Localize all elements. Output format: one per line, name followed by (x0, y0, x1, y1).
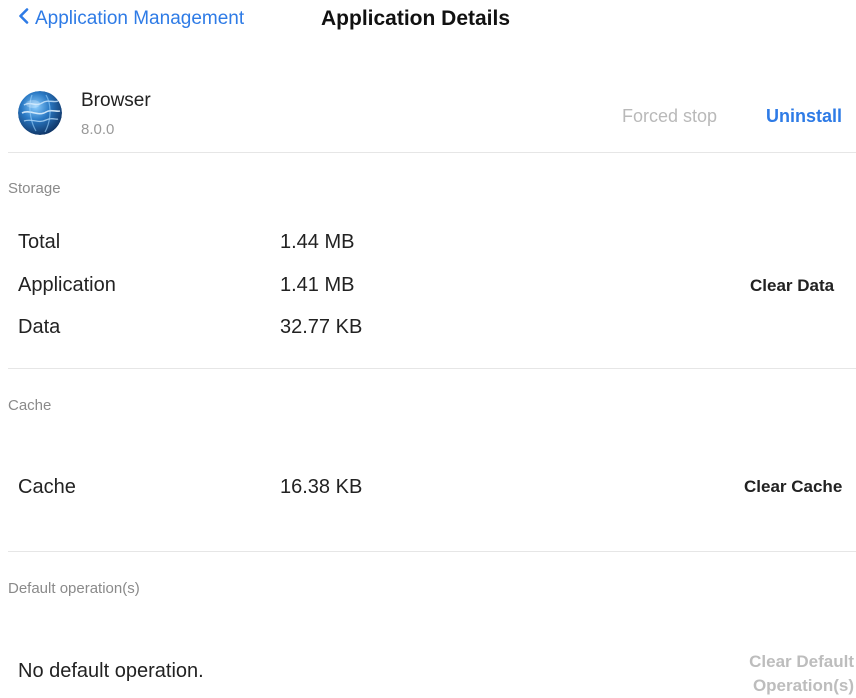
divider (8, 551, 856, 552)
back-label: Application Management (35, 8, 245, 29)
back-button[interactable]: Application Management (18, 8, 244, 30)
storage-application-label: Application (18, 274, 116, 296)
clear-default-label-line1: Clear Default (749, 652, 854, 671)
storage-data-value: 32.77 KB (280, 316, 363, 338)
app-version: 8.0.0 (81, 121, 115, 138)
cache-value: 16.38 KB (280, 476, 363, 498)
chevron-left-icon (18, 8, 29, 30)
clear-default-operations-button[interactable]: Clear Default Operation(s) (728, 650, 854, 698)
storage-total-value: 1.44 MB (280, 231, 355, 253)
default-operations-status: No default operation. (18, 660, 204, 682)
app-name: Browser (81, 90, 151, 111)
default-operations-section-label: Default operation(s) (8, 580, 140, 597)
divider (8, 368, 856, 369)
globe-icon (18, 91, 62, 135)
clear-default-label-line2: Operation(s) (752, 676, 854, 695)
storage-total-label: Total (18, 231, 61, 253)
uninstall-button[interactable]: Uninstall (766, 106, 842, 127)
storage-application-value: 1.41 MB (280, 274, 355, 296)
forced-stop-button[interactable]: Forced stop (622, 106, 717, 127)
storage-data-label: Data (18, 316, 61, 338)
clear-data-button[interactable]: Clear Data (750, 276, 834, 296)
top-bar: Application Management Application Detai… (0, 0, 856, 40)
clear-cache-button[interactable]: Clear Cache (744, 477, 842, 497)
page-title: Application Details (321, 7, 511, 30)
storage-section-label: Storage (8, 180, 61, 197)
cache-label: Cache (18, 476, 76, 498)
divider (8, 152, 856, 153)
cache-section-label: Cache (8, 397, 52, 414)
